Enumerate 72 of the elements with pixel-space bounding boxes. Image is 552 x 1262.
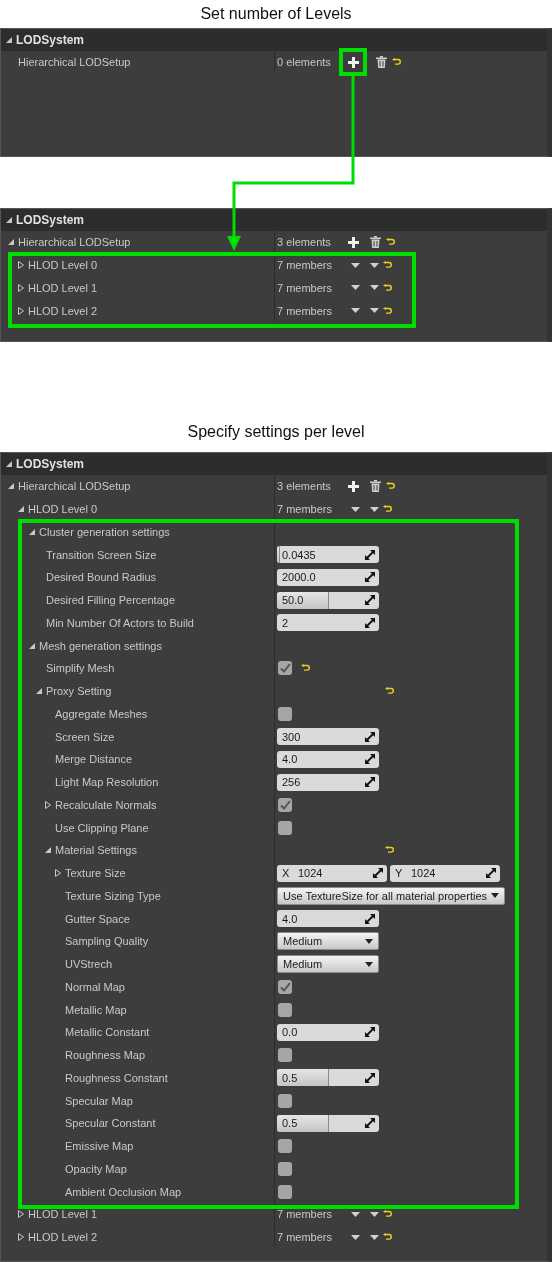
number-field[interactable]: 4.0 [277, 910, 379, 928]
property-label: HLOD Level 0 [28, 259, 98, 272]
member-count: 7 members [277, 281, 334, 294]
number-field[interactable]: Y 1024 [390, 864, 500, 882]
property-label: Aggregate Meshes [55, 707, 148, 720]
element-count: 0 elements [277, 56, 332, 69]
property-label: Texture Size [65, 867, 126, 880]
property-label: Emissive Map [65, 1140, 134, 1153]
property-label: Specular Map [65, 1094, 133, 1107]
panel-title: LODSystem [16, 213, 85, 227]
property-label: HLOD Level 2 [28, 1231, 98, 1244]
caption: Specify settings per level [187, 423, 365, 441]
property-label: Screen Size [55, 730, 115, 743]
member-count: 7 members [277, 259, 334, 272]
number-field[interactable]: 2000.0 [277, 568, 379, 586]
property-label: Hierarchical LODSetup [18, 56, 131, 69]
property-label: Roughness Constant [65, 1071, 168, 1084]
number-field[interactable]: X 1024 [277, 864, 387, 882]
number-field[interactable]: 0.5 [277, 1114, 379, 1132]
caption: Set number of Levels [200, 5, 352, 23]
number-field[interactable]: 0.5 [277, 1069, 379, 1087]
number-field[interactable]: 256 [277, 773, 379, 791]
number-field[interactable]: 300 [277, 728, 379, 746]
panel-header[interactable]: LODSystem [1, 29, 547, 51]
number-field[interactable]: 0.0 [277, 1023, 379, 1041]
property-label: Hierarchical LODSetup [18, 236, 131, 249]
property-label: Roughness Map [65, 1049, 146, 1062]
number-field[interactable]: 50.0 [277, 591, 379, 609]
property-label: Mesh generation settings [39, 639, 162, 652]
panel-title: LODSystem [16, 457, 85, 471]
property-label: Transition Screen Size [46, 548, 157, 561]
property-label: Specular Constant [65, 1117, 156, 1130]
property-label: Cluster generation settings [39, 525, 170, 538]
property-label: Light Map Resolution [55, 776, 159, 789]
panel-header[interactable]: LODSystem [1, 209, 547, 231]
member-count: 7 members [277, 503, 334, 516]
property-label: HLOD Level 0 [28, 503, 98, 516]
number-field[interactable]: 0.0435 [277, 546, 379, 564]
property-label: Metallic Constant [65, 1026, 150, 1039]
property-label: Recalculate Normals [55, 798, 157, 811]
property-label: Hierarchical LODSetup [18, 480, 131, 493]
member-count: 7 members [277, 1231, 334, 1244]
property-label: Proxy Setting [46, 685, 112, 698]
number-field[interactable]: 4.0 [277, 750, 379, 768]
property-label: Simplify Mesh [46, 662, 115, 675]
property-label: Merge Distance [55, 753, 133, 766]
property-label: Material Settings [55, 844, 137, 857]
property-label: Gutter Space [65, 912, 130, 925]
panel-header[interactable]: LODSystem [1, 453, 547, 475]
property-label: Metallic Map [65, 1003, 127, 1016]
dropdown[interactable]: Medium [277, 932, 379, 951]
property-label: Sampling Quality [65, 935, 149, 948]
property-label: Texture Sizing Type [65, 889, 161, 902]
property-label: Desired Filling Percentage [46, 594, 175, 607]
property-label: Min Number Of Actors to Build [46, 616, 194, 629]
property-label: Opacity Map [65, 1162, 127, 1175]
property-label: Ambient Occlusion Map [65, 1185, 182, 1198]
member-count: 7 members [277, 1208, 334, 1221]
element-count: 3 elements [277, 236, 332, 249]
element-count: 3 elements [277, 480, 332, 493]
property-label: UVStrech [65, 958, 113, 971]
panel-title: LODSystem [16, 33, 85, 47]
property-label: Use Clipping Plane [55, 821, 149, 834]
property-label: Normal Map [65, 980, 125, 993]
property-label: Desired Bound Radius [46, 571, 157, 584]
dropdown[interactable]: Use TextureSize for all material properties [277, 886, 505, 905]
property-label: HLOD Level 1 [28, 281, 98, 294]
property-label: HLOD Level 1 [28, 1208, 98, 1221]
dropdown[interactable]: Medium [277, 955, 379, 974]
property-label: HLOD Level 2 [28, 304, 98, 317]
number-field[interactable]: 2 [277, 614, 379, 632]
member-count: 7 members [277, 304, 334, 317]
